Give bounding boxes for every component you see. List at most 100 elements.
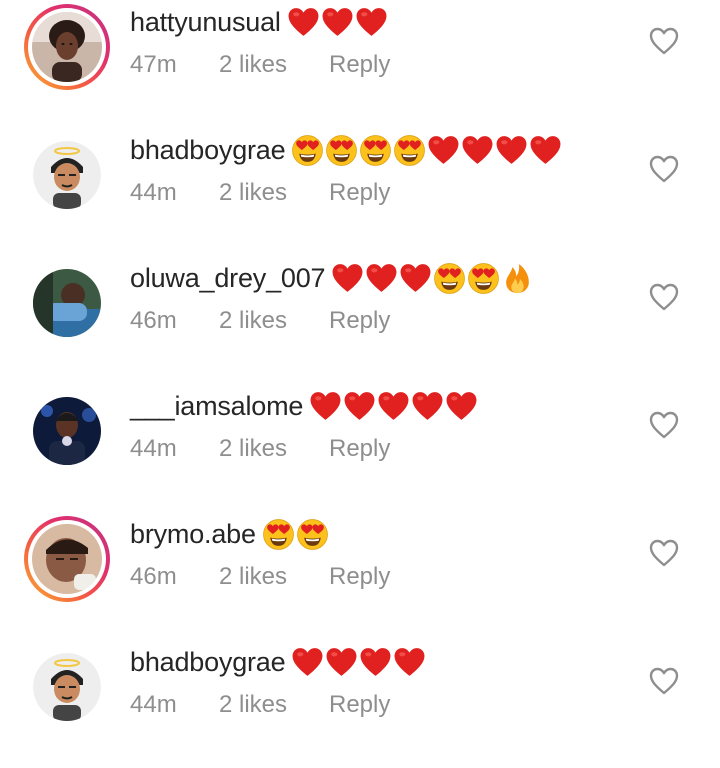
comment-item: bhadboygrae 44m 2 likes Reply (0, 640, 720, 768)
heart-eyes-emoji (325, 134, 358, 167)
comment-text (309, 390, 478, 423)
avatar[interactable] (24, 4, 110, 90)
heart-emoji (411, 390, 444, 423)
avatar-frame (28, 520, 106, 598)
username[interactable]: bhadboygrae (130, 135, 286, 166)
heart-emoji (291, 646, 324, 679)
comment-meta: 44m 2 likes Reply (130, 432, 390, 466)
heart-emoji (393, 646, 426, 679)
timestamp: 44m (130, 691, 177, 718)
heart-eyes-emoji (433, 262, 466, 295)
comment-item: bhadboygrae 44m 2 likes Reply (0, 128, 720, 256)
heart-emoji (495, 134, 528, 167)
avatar-photo (33, 397, 101, 465)
avatar[interactable] (24, 388, 110, 474)
comment-meta: 47m 2 likes Reply (130, 48, 390, 82)
heart-emoji (287, 6, 320, 39)
comment-item: hattyunusual 47m 2 likes Reply (0, 0, 720, 128)
comment-text (262, 518, 329, 551)
heart-outline-icon (648, 282, 680, 312)
likes-count[interactable]: 2 likes (219, 179, 329, 207)
likes-count[interactable]: 2 likes (219, 51, 329, 79)
timestamp: 47m (130, 51, 177, 78)
avatar-frame (33, 269, 101, 337)
heart-emoji (377, 390, 410, 423)
like-button[interactable] (648, 538, 680, 568)
heart-emoji (461, 134, 494, 167)
heart-emoji (321, 6, 354, 39)
heart-eyes-emoji (262, 518, 295, 551)
like-button[interactable] (648, 666, 680, 696)
timestamp: 46m (130, 563, 177, 590)
comment-header: bhadboygrae (130, 128, 562, 172)
heart-outline-icon (648, 538, 680, 568)
username[interactable]: hattyunusual (130, 7, 281, 38)
heart-emoji (343, 390, 376, 423)
comment-header: brymo.abe (130, 512, 329, 556)
heart-eyes-emoji (467, 262, 500, 295)
like-button[interactable] (648, 410, 680, 440)
heart-emoji (359, 646, 392, 679)
username[interactable]: oluwa_drey_007 (130, 263, 326, 294)
like-button[interactable] (648, 154, 680, 184)
heart-emoji (399, 262, 432, 295)
comment-text (331, 262, 534, 295)
username[interactable]: bhadboygrae (130, 647, 286, 678)
comment-text (291, 646, 426, 679)
timestamp: 44m (130, 179, 177, 206)
heart-eyes-emoji (393, 134, 426, 167)
heart-emoji (355, 6, 388, 39)
username[interactable]: ___iamsalome (130, 391, 303, 422)
heart-emoji (427, 134, 460, 167)
avatar-photo (32, 524, 102, 594)
heart-emoji (331, 262, 364, 295)
avatar-frame (33, 653, 101, 721)
heart-outline-icon (648, 154, 680, 184)
avatar-frame (33, 141, 101, 209)
comment-item: oluwa_drey_007 46m 2 likes Reply (0, 256, 720, 384)
heart-eyes-emoji (291, 134, 324, 167)
comment-meta: 44m 2 likes Reply (130, 176, 390, 210)
like-button[interactable] (648, 282, 680, 312)
avatar-photo (32, 12, 102, 82)
reply-button[interactable]: Reply (329, 563, 390, 591)
avatar-frame (33, 397, 101, 465)
comment-meta: 46m 2 likes Reply (130, 560, 390, 594)
heart-emoji (325, 646, 358, 679)
reply-button[interactable]: Reply (329, 179, 390, 207)
likes-count[interactable]: 2 likes (219, 691, 329, 719)
comment-header: ___iamsalome (130, 384, 478, 428)
heart-emoji (529, 134, 562, 167)
comment-item: ___iamsalome 44m 2 likes Reply (0, 384, 720, 512)
timestamp: 46m (130, 307, 177, 334)
heart-emoji (309, 390, 342, 423)
comment-text (291, 134, 562, 167)
username[interactable]: brymo.abe (130, 519, 256, 550)
avatar-photo (33, 653, 101, 721)
comment-text (287, 6, 388, 39)
like-button[interactable] (648, 26, 680, 56)
likes-count[interactable]: 2 likes (219, 435, 329, 463)
timestamp: 44m (130, 435, 177, 462)
heart-emoji (365, 262, 398, 295)
heart-outline-icon (648, 26, 680, 56)
heart-outline-icon (648, 410, 680, 440)
comment-list: hattyunusual 47m 2 likes Reply bhadboygr… (0, 0, 720, 724)
comment-meta: 44m 2 likes Reply (130, 688, 390, 722)
reply-button[interactable]: Reply (329, 307, 390, 335)
reply-button[interactable]: Reply (329, 435, 390, 463)
comment-header: hattyunusual (130, 0, 388, 44)
heart-eyes-emoji (296, 518, 329, 551)
reply-button[interactable]: Reply (329, 691, 390, 719)
avatar[interactable] (24, 132, 110, 218)
avatar-frame (28, 8, 106, 86)
likes-count[interactable]: 2 likes (219, 563, 329, 591)
likes-count[interactable]: 2 likes (219, 307, 329, 335)
avatar[interactable] (24, 260, 110, 346)
heart-outline-icon (648, 666, 680, 696)
avatar[interactable] (24, 516, 110, 602)
avatar[interactable] (24, 644, 110, 730)
fire-emoji (501, 262, 534, 295)
comment-header: bhadboygrae (130, 640, 426, 684)
reply-button[interactable]: Reply (329, 51, 390, 79)
